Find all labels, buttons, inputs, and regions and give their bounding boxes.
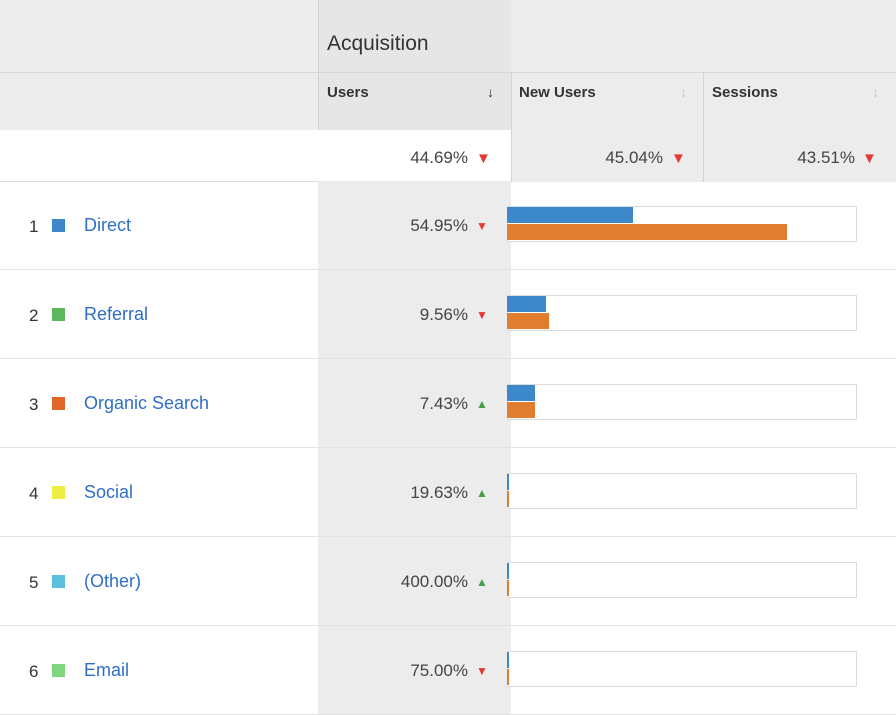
bar-secondary [507, 313, 549, 329]
bar-primary [507, 207, 633, 223]
users-change-value: 400.00% [400, 572, 468, 591]
bar-container [507, 384, 857, 420]
users-change-value: 9.56% [419, 305, 468, 324]
down-arrow-icon: ▼ [671, 150, 686, 167]
users-change-value: 7.43% [419, 394, 468, 413]
up-arrow-icon: ▲ [476, 575, 488, 589]
down-arrow-icon: ▼ [476, 664, 488, 678]
sort-arrow-icon[interactable]: ↓ [680, 84, 687, 100]
bar-container [507, 651, 857, 687]
users-change-value: 75.00% [410, 661, 468, 680]
channel-link[interactable]: Email [84, 660, 129, 681]
channel-color-swatch [52, 486, 65, 499]
row-index: 2 [29, 306, 39, 325]
channel-link[interactable]: Organic Search [84, 393, 209, 414]
down-arrow-icon: ▼ [476, 150, 491, 167]
bar-primary [507, 385, 535, 401]
bar-primary [507, 563, 509, 579]
column-header-sessions[interactable]: Sessions [712, 84, 778, 101]
row-index: 1 [29, 217, 39, 236]
sort-arrow-icon[interactable]: ↓ [872, 84, 879, 100]
bar-container [507, 295, 857, 331]
total-sessions-change: 43.51% [797, 148, 855, 167]
channel-color-swatch [52, 664, 65, 677]
channel-link[interactable]: Direct [84, 215, 131, 236]
column-divider [703, 130, 704, 182]
channel-link[interactable]: Referral [84, 304, 148, 325]
up-arrow-icon: ▲ [476, 397, 488, 411]
column-divider [511, 130, 512, 182]
down-arrow-icon: ▼ [862, 150, 877, 167]
bar-container [507, 473, 857, 509]
channel-link[interactable]: (Other) [84, 571, 141, 592]
row-index: 4 [29, 484, 39, 503]
total-new-users-change: 45.04% [605, 148, 663, 167]
bar-primary [507, 474, 509, 490]
column-header-users[interactable]: Users [327, 84, 369, 101]
bar-container [507, 562, 857, 598]
channel-color-swatch [52, 397, 65, 410]
down-arrow-icon: ▼ [476, 219, 488, 233]
channel-color-swatch [52, 308, 65, 321]
channel-color-swatch [52, 219, 65, 232]
row-index: 6 [29, 662, 39, 681]
bar-primary [507, 652, 509, 668]
bar-primary [507, 296, 546, 312]
users-change-value: 54.95% [410, 216, 468, 235]
header-divider [0, 72, 896, 73]
up-arrow-icon: ▲ [476, 486, 488, 500]
channel-link[interactable]: Social [84, 482, 133, 503]
sort-arrow-icon[interactable]: ↓ [487, 84, 494, 100]
total-users-change: 44.69% [410, 148, 468, 167]
channel-color-swatch [52, 575, 65, 588]
column-header-new-users[interactable]: New Users [519, 84, 596, 101]
bar-secondary [507, 224, 787, 240]
bar-secondary [507, 669, 509, 685]
bar-secondary [507, 491, 509, 507]
row-index: 3 [29, 395, 39, 414]
bar-secondary [507, 402, 535, 418]
bar-secondary [507, 580, 509, 596]
down-arrow-icon: ▼ [476, 308, 488, 322]
users-change-value: 19.63% [410, 483, 468, 502]
row-index: 5 [29, 573, 39, 592]
acquisition-group-title: Acquisition [327, 32, 429, 55]
